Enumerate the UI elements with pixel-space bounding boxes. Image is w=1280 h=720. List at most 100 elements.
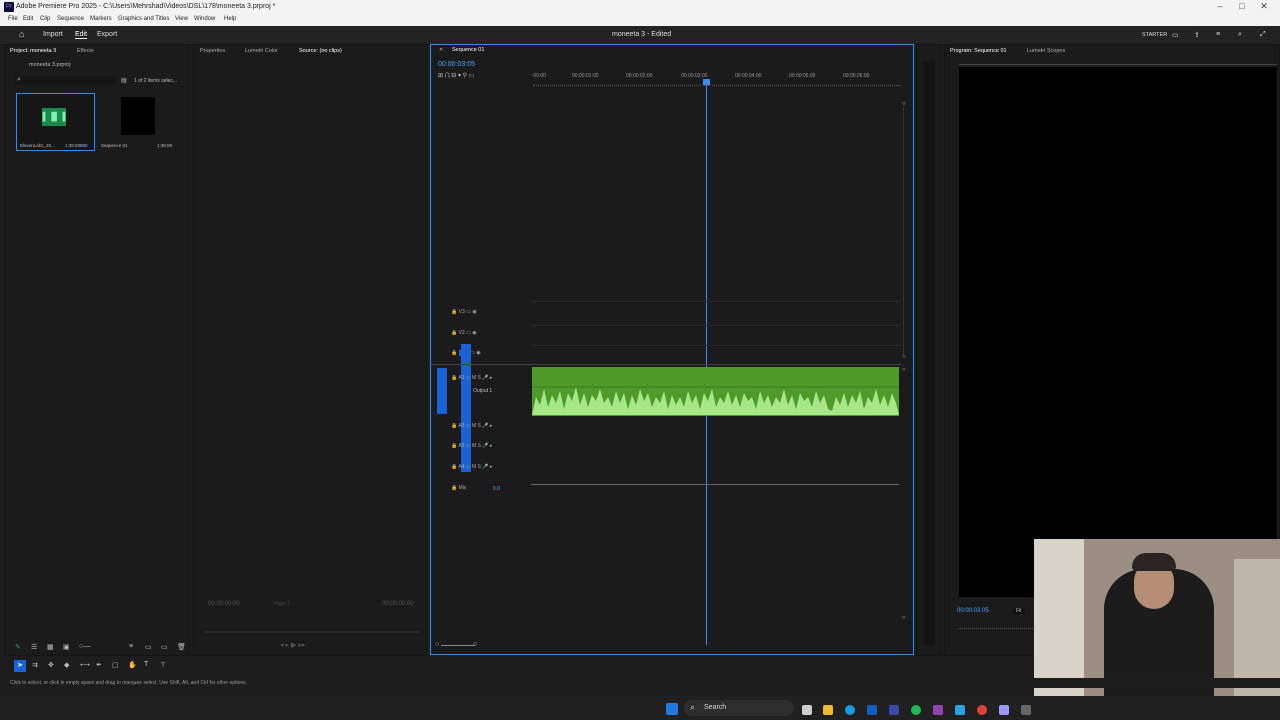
- close-tab-icon[interactable]: ✕: [439, 47, 443, 53]
- scroll-handle-icon[interactable]: ○: [902, 367, 906, 373]
- type-icon[interactable]: T: [144, 661, 148, 668]
- telegram-icon[interactable]: [955, 705, 965, 715]
- program-timecode[interactable]: 00:00:03:05: [957, 608, 989, 614]
- app-icon[interactable]: [933, 705, 943, 715]
- slip-icon[interactable]: ⟷: [80, 661, 90, 669]
- app-l-icon[interactable]: [889, 705, 899, 715]
- tab-lumetri-scopes[interactable]: Lumetri Scopes: [1027, 48, 1065, 54]
- file-explorer-icon[interactable]: [823, 705, 833, 715]
- new-bin-icon[interactable]: ▭: [145, 643, 152, 651]
- razor-icon[interactable]: ◆: [64, 661, 69, 669]
- track-a1[interactable]: 🔒 A1 ▭ M S 🎤 ▸: [451, 375, 492, 381]
- tab-lumetri-color[interactable]: Lumetri Color: [245, 48, 278, 54]
- zoom-scrollbar[interactable]: [441, 645, 475, 646]
- folder-icon[interactable]: ▤: [121, 77, 127, 84]
- tab-program[interactable]: Program: Sequence 01: [950, 48, 1007, 54]
- task-view-icon[interactable]: [802, 705, 812, 715]
- tab-source[interactable]: Source: (no clips): [299, 48, 342, 54]
- rectangle-icon[interactable]: ▢: [112, 661, 119, 669]
- taskbar-search[interactable]: ⌕ Search: [684, 700, 794, 716]
- panel-icon[interactable]: ▭: [1172, 31, 1179, 39]
- search-input[interactable]: [15, 76, 115, 85]
- track-a4[interactable]: 🔒 A4 ▭ M S 🎤 ▸: [451, 464, 492, 470]
- edit-tab[interactable]: Edit: [75, 31, 88, 39]
- vscode-icon[interactable]: [867, 705, 877, 715]
- playhead[interactable]: [706, 79, 707, 645]
- vertical-scrollbar[interactable]: [903, 107, 904, 355]
- fullscreen-icon[interactable]: ⤢: [1260, 31, 1266, 39]
- menu-view[interactable]: View: [175, 16, 188, 22]
- spotify-icon[interactable]: [911, 705, 921, 715]
- menu-lines-icon[interactable]: ≡: [1216, 31, 1220, 38]
- windows-start-icon[interactable]: [666, 703, 678, 715]
- zoom-handle-right[interactable]: ○: [473, 641, 477, 648]
- menu-file[interactable]: File: [8, 16, 18, 22]
- menu-markers[interactable]: Markers: [90, 16, 112, 22]
- starter-badge[interactable]: STARTER: [1142, 32, 1167, 38]
- import-tab[interactable]: Import: [43, 31, 63, 38]
- webcam-hair: [1132, 553, 1176, 571]
- minimize-icon[interactable]: –: [1210, 1, 1230, 11]
- tab-properties[interactable]: Properties: [200, 48, 225, 54]
- source-play-icon[interactable]: ◂ ▸ ▶ ▸▸: [280, 641, 305, 649]
- tab-sequence[interactable]: Sequence 01: [452, 47, 484, 53]
- scroll-handle-icon[interactable]: ○: [902, 354, 906, 360]
- tab-project[interactable]: Project: moneeta 3: [10, 48, 56, 54]
- tab-effects[interactable]: Effects: [77, 48, 94, 54]
- program-video-view[interactable]: [959, 67, 1277, 597]
- playhead-handle[interactable]: [703, 79, 710, 85]
- mix-value[interactable]: 0.0: [493, 486, 500, 492]
- menu-edit[interactable]: Edit: [23, 16, 33, 22]
- timeline-timecode[interactable]: 00:00:03:05: [438, 61, 475, 68]
- clip-thumb-sequence[interactable]: [121, 97, 155, 135]
- source-timecode-right: 00:00:00:00: [382, 601, 414, 607]
- export-tab[interactable]: Export: [97, 31, 117, 38]
- source-patch-a1[interactable]: [437, 368, 447, 414]
- snap-icon[interactable]: ⊞ ⋂ ⊟ ▾ ⚲ ▭: [438, 72, 474, 79]
- meter-bar: [923, 61, 935, 645]
- fit-dropdown[interactable]: Fit: [1013, 608, 1025, 614]
- track-select-icon[interactable]: ⇉: [32, 661, 38, 669]
- hand-icon[interactable]: ✋: [128, 661, 137, 669]
- time-ruler[interactable]: [533, 83, 901, 86]
- icon-view-icon[interactable]: ▦: [47, 643, 54, 651]
- pencil-icon[interactable]: ✎: [15, 643, 21, 651]
- scroll-handle-icon[interactable]: ○: [902, 615, 906, 621]
- track-v2[interactable]: 🔒 V2 ▭ ◉: [451, 330, 477, 336]
- track-a2[interactable]: 🔒 A2 ▭ M S 🎤 ▸: [451, 423, 492, 429]
- menu-window[interactable]: Window: [194, 16, 215, 22]
- selection-tool-icon[interactable]: ➤: [14, 660, 26, 672]
- audio-clip[interactable]: [532, 367, 899, 416]
- share-icon[interactable]: ⇪: [1194, 31, 1200, 39]
- sort-icon[interactable]: ≡: [129, 643, 133, 650]
- edge-icon[interactable]: [845, 705, 855, 715]
- maximize-icon[interactable]: □: [1232, 1, 1252, 11]
- zoom-slider[interactable]: ○—: [79, 643, 90, 650]
- search-icon[interactable]: ⌕: [1238, 31, 1242, 39]
- menu-help[interactable]: Help: [224, 16, 236, 22]
- ruler-label: 00:00:02:00: [626, 73, 653, 79]
- delete-icon[interactable]: 🗑: [177, 643, 186, 651]
- zoom-handle-left[interactable]: ○: [435, 641, 439, 648]
- settings-icon[interactable]: [1021, 705, 1031, 715]
- chrome-icon[interactable]: [977, 705, 987, 715]
- track-mix[interactable]: 🔒 Mix: [451, 485, 466, 491]
- track-v3[interactable]: 🔒 V3 ▭ ◉: [451, 309, 477, 315]
- program-scrubber[interactable]: [959, 623, 1039, 629]
- pen-icon[interactable]: ✒: [96, 661, 102, 669]
- premiere-taskbar-icon[interactable]: [999, 705, 1009, 715]
- source-scrubber[interactable]: [204, 631, 420, 633]
- menu-graphics[interactable]: Graphics and Titles: [118, 16, 169, 22]
- track-a3[interactable]: 🔒 A3 ▭ M S 🎤 ▸: [451, 443, 492, 449]
- track-label: A2: [458, 423, 465, 429]
- list-view-icon[interactable]: ☰: [31, 643, 37, 651]
- menu-clip[interactable]: Clip: [40, 16, 50, 22]
- clip-thumb-audio[interactable]: ▌▐▌▐ ElevenLabs_20... 1:38:20960: [16, 93, 95, 151]
- new-item-icon[interactable]: ▭: [161, 643, 168, 651]
- home-icon[interactable]: ⌂: [19, 29, 24, 39]
- freeform-icon[interactable]: ▣: [63, 643, 70, 651]
- ripple-edit-icon[interactable]: ✥: [48, 661, 54, 669]
- menu-sequence[interactable]: Sequence: [57, 16, 84, 22]
- caption-icon[interactable]: ⊤: [160, 661, 166, 669]
- close-icon[interactable]: ✕: [1254, 1, 1274, 12]
